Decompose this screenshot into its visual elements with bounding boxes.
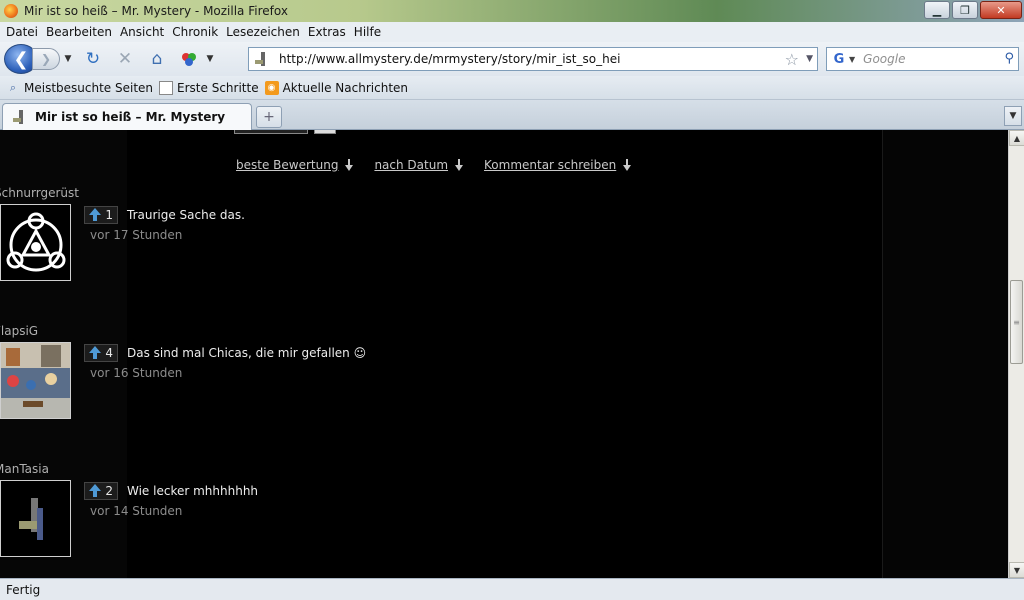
vote-count: 2 xyxy=(105,484,113,498)
scrollbar-thumb[interactable]: ≡ xyxy=(1010,280,1023,364)
tab-title: Mir ist so heiß – Mr. Mystery xyxy=(35,110,226,124)
tab-bar: Mir ist so heiß – Mr. Mystery + ▼ xyxy=(0,100,1024,130)
url-bar[interactable]: http://www.allmystery.de/mrmystery/story… xyxy=(248,47,818,71)
sort-date-link[interactable]: nach Datum xyxy=(374,158,464,172)
menu-datei[interactable]: Datei xyxy=(2,25,42,39)
forward-button[interactable]: ❯ xyxy=(32,48,60,70)
status-text: Fertig xyxy=(6,582,41,597)
comment-username[interactable]: Schnurrgerüst xyxy=(0,186,79,200)
minimize-button[interactable]: ▁ xyxy=(924,1,950,19)
bookmark-label: Meistbesuchte Seiten xyxy=(24,80,154,95)
page-content: beste Bewertung nach Datum Kommentar sch… xyxy=(0,130,1008,578)
write-comment-link[interactable]: Kommentar schreiben xyxy=(484,158,632,172)
close-button[interactable]: ✕ xyxy=(980,1,1022,19)
avatar-photo-icon xyxy=(1,343,70,418)
comment-time: vor 16 Stunden xyxy=(90,366,183,380)
url-dropdown-icon[interactable]: ▼ xyxy=(806,54,813,64)
vote-count: 4 xyxy=(105,346,113,360)
menu-hilfe[interactable]: Hilfe xyxy=(350,25,385,39)
search-bar[interactable]: G ▼ Google ⚲ xyxy=(826,47,1019,71)
maximize-button[interactable]: ❐ xyxy=(952,1,978,19)
comment-text: Traurige Sache das. xyxy=(127,208,245,222)
window-controls: ▁ ❐ ✕ xyxy=(924,1,1022,19)
comment-username[interactable]: ManTasia xyxy=(0,462,49,476)
cut-off-button[interactable] xyxy=(314,130,336,134)
page-icon xyxy=(159,80,174,95)
status-bar: Fertig xyxy=(0,578,1024,600)
firefox-logo-icon xyxy=(4,4,18,18)
vertical-scrollbar[interactable]: ▲ ≡ ▼ xyxy=(1008,130,1024,578)
tab-favicon-icon xyxy=(13,110,27,124)
bookmark-meistbesuchte[interactable]: ⌕ Meistbesuchte Seiten xyxy=(6,81,153,95)
menu-bar: Datei Bearbeiten Ansicht Chronik Lesezei… xyxy=(0,22,1024,42)
avatar-symbol-icon xyxy=(1,205,70,280)
upvote-button[interactable]: 4 xyxy=(84,344,118,362)
tab-list-dropdown-icon[interactable]: ▼ xyxy=(1004,106,1022,126)
vote-count: 1 xyxy=(105,208,113,222)
comment-item: ManTasia 2 Wie lecker mhhhhhhh vor 14 St… xyxy=(0,462,880,578)
bookmark-label: Erste Schritte xyxy=(177,80,259,95)
upvote-arrow-icon xyxy=(89,208,101,222)
sort-best-link[interactable]: beste Bewertung xyxy=(236,158,354,172)
navigation-toolbar: ❮ ❯ ▼ ↻ ✕ ⌂ ▼ http://www.allmystery.de/m… xyxy=(0,42,1024,76)
menu-ansicht[interactable]: Ansicht xyxy=(116,25,168,39)
comment-item: Schnurrgerüst 1 Traurige Sache das. vor … xyxy=(0,186,880,316)
sort-bar: beste Bewertung nach Datum Kommentar sch… xyxy=(236,158,632,172)
tab-active[interactable]: Mir ist so heiß – Mr. Mystery xyxy=(2,103,252,130)
rss-icon: ◉ xyxy=(264,80,279,95)
comment-text: Das sind mal Chicas, die mir gefallen ☺ xyxy=(127,346,367,360)
site-favicon-icon xyxy=(255,52,269,66)
stop-icon[interactable]: ✕ xyxy=(112,46,138,72)
upvote-button[interactable]: 1 xyxy=(84,206,118,224)
menu-bearbeiten[interactable]: Bearbeiten xyxy=(42,25,116,39)
comment-time: vor 14 Stunden xyxy=(90,504,183,518)
comment-text: Wie lecker mhhhhhhh xyxy=(127,484,259,498)
history-dropdown-icon[interactable]: ▼ xyxy=(62,54,74,64)
comment-item: FlapsiG 4 Das sind mal Chicas, die mir g… xyxy=(0,324,880,454)
window-titlebar: Mir ist so heiß – Mr. Mystery - Mozilla … xyxy=(0,0,1024,22)
avatar[interactable] xyxy=(0,480,71,557)
addons-icon[interactable] xyxy=(176,46,202,72)
bookmark-erste-schritte[interactable]: Erste Schritte xyxy=(159,80,259,95)
comment-username[interactable]: FlapsiG xyxy=(0,324,38,338)
avatar[interactable] xyxy=(0,342,71,419)
upvote-arrow-icon xyxy=(89,346,101,360)
bookmark-label: Aktuelle Nachrichten xyxy=(282,80,409,95)
sort-best-label: beste Bewertung xyxy=(236,158,339,172)
avatar[interactable] xyxy=(0,204,71,281)
bookmark-star-icon[interactable]: ☆ xyxy=(785,50,799,69)
url-text[interactable]: http://www.allmystery.de/mrmystery/story… xyxy=(279,52,620,66)
search-icon[interactable]: ⚲ xyxy=(1004,51,1014,66)
cut-off-select[interactable] xyxy=(234,130,308,134)
arrow-down-icon xyxy=(344,159,354,171)
engine-dropdown-icon[interactable]: ▼ xyxy=(849,55,855,64)
search-input[interactable]: Google xyxy=(863,52,905,66)
upvote-button[interactable]: 2 xyxy=(84,482,118,500)
addons-dropdown-icon[interactable]: ▼ xyxy=(204,54,216,64)
comment-time: vor 17 Stunden xyxy=(90,228,183,242)
window-title: Mir ist so heiß – Mr. Mystery - Mozilla … xyxy=(24,4,288,18)
bookmarks-toolbar: ⌕ Meistbesuchte Seiten Erste Schritte ◉ … xyxy=(0,76,1024,100)
upvote-arrow-icon xyxy=(89,484,101,498)
scroll-down-icon[interactable]: ▼ xyxy=(1009,562,1024,578)
avatar-default-icon xyxy=(1,481,70,556)
reload-icon[interactable]: ↻ xyxy=(80,46,106,72)
write-comment-label: Kommentar schreiben xyxy=(484,158,617,172)
menu-chronik[interactable]: Chronik xyxy=(168,25,222,39)
menu-lesezeichen[interactable]: Lesezeichen xyxy=(222,25,304,39)
most-visited-icon: ⌕ xyxy=(9,80,17,94)
new-tab-button[interactable]: + xyxy=(256,106,282,128)
scroll-up-icon[interactable]: ▲ xyxy=(1009,130,1024,146)
arrow-down-icon xyxy=(454,159,464,171)
menu-extras[interactable]: Extras xyxy=(304,25,350,39)
arrow-down-icon xyxy=(622,159,632,171)
google-engine-icon[interactable]: G xyxy=(831,51,847,67)
right-column xyxy=(882,130,1008,578)
bookmark-aktuelle-nachrichten[interactable]: ◉ Aktuelle Nachrichten xyxy=(264,80,409,95)
sort-date-label: nach Datum xyxy=(374,158,449,172)
home-icon[interactable]: ⌂ xyxy=(144,46,170,72)
